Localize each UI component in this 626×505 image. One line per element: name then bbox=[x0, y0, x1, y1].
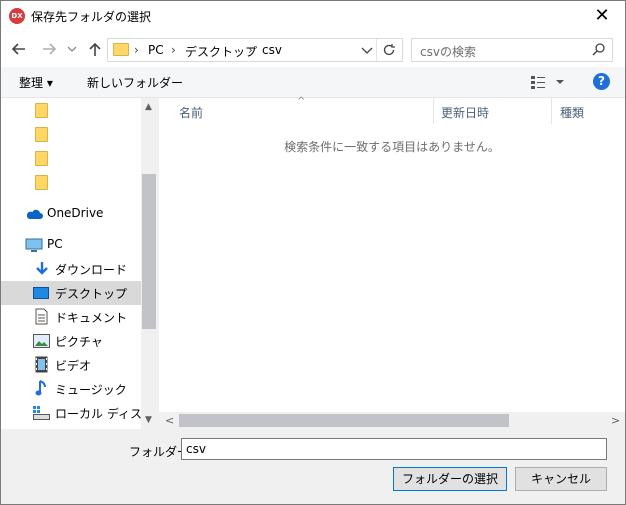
nav-item-documents[interactable]: ドキュメント bbox=[1, 305, 141, 329]
scroll-up-arrow-icon[interactable]: ▲ bbox=[145, 102, 152, 112]
column-header-modified[interactable]: 更新日時 bbox=[441, 104, 489, 130]
empty-result-message: 検索条件に一致する項目はありません。 bbox=[284, 140, 500, 154]
column-header-name[interactable]: 名前 bbox=[179, 104, 203, 130]
breadcrumb-separator-icon: › bbox=[248, 43, 253, 57]
music-note-icon bbox=[35, 380, 48, 397]
nav-item-label: ピクチャ bbox=[55, 335, 103, 349]
address-dropdown-chevron-icon[interactable] bbox=[360, 43, 374, 57]
local-disk-icon bbox=[33, 406, 50, 420]
folder-select-dialog: DX 保存先フォルダの選択 ✕ › PC › デスクトップ › csv csvの… bbox=[0, 0, 626, 505]
video-icon bbox=[35, 356, 48, 373]
nav-item-desktop[interactable]: デスクトップ bbox=[1, 281, 141, 305]
nav-vertical-scrollbar[interactable]: ▲ ▼ bbox=[141, 98, 157, 429]
nav-item-onedrive[interactable]: OneDrive bbox=[1, 202, 141, 226]
search-box[interactable]: csvの検索 bbox=[411, 38, 613, 62]
column-header-type[interactable]: 種類 bbox=[560, 104, 584, 130]
app-logo-icon: DX bbox=[9, 8, 25, 24]
close-button[interactable]: ✕ bbox=[579, 1, 625, 31]
cancel-button[interactable]: キャンセル bbox=[515, 467, 607, 491]
scroll-left-arrow-icon[interactable]: < bbox=[165, 414, 174, 427]
search-input[interactable]: csvの検索 bbox=[420, 43, 476, 60]
content-horizontal-scrollbar[interactable]: < > bbox=[159, 412, 625, 429]
nav-item-label: PC bbox=[47, 237, 63, 251]
nav-item-folder-4[interactable] bbox=[1, 170, 141, 194]
nav-item-label: ドキュメント bbox=[55, 311, 128, 325]
content-scroll-thumb[interactable] bbox=[179, 414, 509, 427]
recent-locations-chevron-icon[interactable] bbox=[65, 39, 79, 59]
nav-item-downloads[interactable]: ダウンロード bbox=[1, 257, 141, 281]
nav-item-videos[interactable]: ビデオ bbox=[1, 353, 141, 377]
nav-item-folder-1[interactable] bbox=[1, 98, 141, 122]
download-arrow-icon bbox=[34, 261, 50, 277]
sort-ascending-icon: ^ bbox=[297, 96, 306, 107]
back-arrow-icon[interactable] bbox=[9, 39, 29, 59]
folder-name-input[interactable] bbox=[181, 438, 607, 460]
nav-item-label: デスクトップ bbox=[55, 287, 128, 301]
search-icon[interactable] bbox=[592, 42, 606, 56]
breadcrumb-separator-icon: › bbox=[171, 43, 176, 57]
address-divider bbox=[376, 39, 377, 61]
nav-item-folder-3[interactable] bbox=[1, 146, 141, 170]
file-list-pane: ^ 名前 更新日時 種類 検索条件に一致する項目はありません。 < > bbox=[159, 96, 625, 429]
select-folder-button[interactable]: フォルダーの選択 bbox=[393, 467, 507, 491]
address-row: › PC › デスクトップ › csv csvの検索 bbox=[1, 31, 625, 67]
organize-button[interactable]: 整理 ▾ bbox=[19, 74, 53, 91]
up-arrow-icon[interactable] bbox=[85, 39, 105, 59]
nav-item-label: ビデオ bbox=[55, 359, 92, 373]
column-separator[interactable] bbox=[551, 98, 552, 124]
column-separator[interactable] bbox=[433, 98, 434, 124]
navigation-pane: OneDrive PC ダウンロード デスクトップ ドキュメント ピクチャ ビデ… bbox=[1, 98, 157, 429]
folder-icon bbox=[35, 103, 48, 118]
refresh-icon[interactable] bbox=[381, 42, 397, 58]
breadcrumb-separator-icon: › bbox=[134, 43, 139, 57]
command-toolbar: 整理 ▾ 新しいフォルダー ? bbox=[1, 67, 625, 98]
forward-arrow-icon[interactable] bbox=[39, 39, 59, 59]
folder-icon bbox=[35, 127, 48, 142]
folder-icon bbox=[35, 151, 48, 166]
desktop-icon bbox=[33, 287, 49, 299]
document-icon bbox=[35, 308, 48, 325]
pc-monitor-icon bbox=[25, 238, 43, 253]
folder-icon bbox=[35, 175, 48, 190]
nav-item-pc[interactable]: PC bbox=[1, 233, 141, 257]
nav-scroll-thumb[interactable] bbox=[142, 174, 156, 329]
new-folder-button[interactable]: 新しいフォルダー bbox=[87, 74, 183, 91]
scroll-right-arrow-icon[interactable]: > bbox=[611, 414, 620, 427]
nav-item-pictures[interactable]: ピクチャ bbox=[1, 329, 141, 353]
title-bar: DX 保存先フォルダの選択 ✕ bbox=[1, 1, 625, 31]
picture-icon bbox=[33, 334, 50, 348]
nav-item-local-disk[interactable]: ローカル ディスク (C bbox=[1, 401, 157, 425]
breadcrumb-pc[interactable]: PC bbox=[148, 43, 164, 57]
window-title: 保存先フォルダの選択 bbox=[31, 10, 152, 24]
breadcrumb-csv[interactable]: csv bbox=[262, 43, 282, 57]
nav-item-music[interactable]: ミュージック bbox=[1, 377, 141, 401]
folder-icon bbox=[113, 43, 129, 56]
nav-item-label: OneDrive bbox=[47, 206, 104, 220]
onedrive-cloud-icon bbox=[25, 208, 43, 220]
breadcrumb-desktop[interactable]: デスクトップ bbox=[185, 43, 257, 60]
address-bar[interactable]: › PC › デスクトップ › csv bbox=[107, 38, 403, 62]
help-icon[interactable]: ? bbox=[593, 73, 610, 90]
nav-item-label: ミュージック bbox=[55, 383, 127, 397]
nav-item-folder-2[interactable] bbox=[1, 122, 141, 146]
scroll-down-arrow-icon[interactable]: ▼ bbox=[145, 415, 152, 425]
nav-item-label: ダウンロード bbox=[55, 263, 128, 277]
view-options-icon[interactable] bbox=[531, 75, 567, 89]
